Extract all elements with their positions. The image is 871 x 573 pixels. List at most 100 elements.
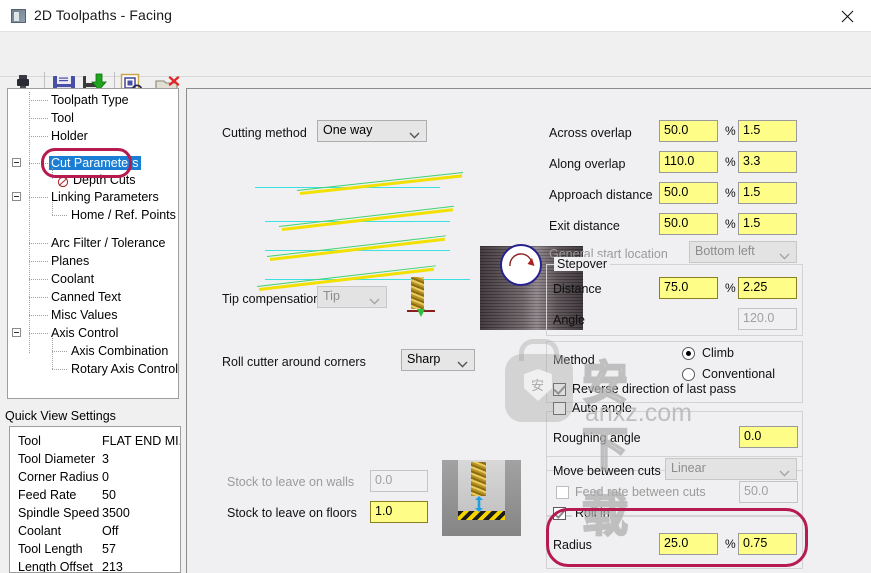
exit-distance-value-input[interactable]: 1.5 <box>738 213 797 235</box>
stepover-distance-percent-input[interactable]: 75.0 <box>659 277 718 299</box>
stepover-distance-label: Distance <box>553 282 602 296</box>
checkbox-auto-angle[interactable] <box>553 402 566 415</box>
percent-symbol: % <box>725 281 736 295</box>
stock-walls-input[interactable]: 0.0 <box>370 470 428 492</box>
qvs-key: Length Offset <box>18 560 93 573</box>
stepover-distance-value-input[interactable]: 2.25 <box>738 277 797 299</box>
cutting-method-select[interactable]: One way <box>317 120 427 142</box>
along-overlap-percent-input[interactable]: 110.0 <box>659 151 718 173</box>
tree-connector <box>29 136 49 137</box>
approach-distance-label: Approach distance <box>549 188 653 202</box>
stock-floors-input[interactable]: 1.0 <box>370 501 428 523</box>
roughing-angle-input[interactable]: 0.0 <box>739 426 798 448</box>
general-start-location-select[interactable]: Bottom left <box>689 241 797 263</box>
close-icon[interactable] <box>825 0 871 31</box>
qvs-key: Tool Diameter <box>18 452 96 466</box>
tree-connector <box>29 100 49 101</box>
checkbox-reverse-direction[interactable] <box>553 383 566 396</box>
window-title: 2D Toolpaths - Facing <box>34 7 173 23</box>
roll-in-radius-percent-input[interactable]: 25.0 <box>659 533 718 555</box>
qvs-key: Feed Rate <box>18 488 77 502</box>
qvs-value: 50 <box>102 488 116 502</box>
roll-cutter-select[interactable]: Sharp <box>401 349 475 371</box>
tree-connector <box>52 215 68 216</box>
qvs-value: Off <box>102 524 119 538</box>
qvs-key: Tool <box>18 434 41 448</box>
sidebar-item-misc-values[interactable]: Misc Values <box>51 308 117 322</box>
stock-floors-label: Stock to leave on floors <box>227 506 357 520</box>
qvs-value: 213 <box>102 560 123 573</box>
sidebar-item-holder[interactable]: Holder <box>51 129 88 143</box>
qvs-value: FLAT END MI... <box>102 434 181 448</box>
sidebar-item-rotary-axis-control[interactable]: Rotary Axis Control <box>71 362 178 376</box>
roughing-angle-label: Roughing angle <box>553 431 641 445</box>
sidebar-item-axis-combination[interactable]: Axis Combination <box>71 344 168 358</box>
toolpath-tree[interactable]: Toolpath Type Tool Holder Cut Parameters… <box>7 88 179 399</box>
tree-connector <box>29 315 49 316</box>
roll-cutter-value: Sharp <box>407 352 441 366</box>
chevron-down-icon <box>369 294 380 308</box>
cutting-method-value: One way <box>323 123 373 137</box>
tree-expander-linking-parameters[interactable] <box>12 192 21 201</box>
sidebar-item-axis-control[interactable]: Axis Control <box>51 326 118 340</box>
qvs-value: 3500 <box>102 506 130 520</box>
checkbox-roll-in[interactable] <box>553 507 566 520</box>
roll-in-radius-label: Radius <box>553 538 592 552</box>
stepover-group-title: Stepover <box>554 257 611 271</box>
across-overlap-value-input[interactable]: 1.5 <box>738 120 797 142</box>
exit-distance-percent-input[interactable]: 50.0 <box>659 213 718 235</box>
checkbox-feed-rate-between-cuts[interactable] <box>556 486 569 499</box>
sidebar-item-tool[interactable]: Tool <box>51 111 74 125</box>
preview-cutter-indicator <box>500 244 542 286</box>
tip-compensation-select[interactable]: Tip <box>317 286 387 308</box>
tree-connector <box>29 163 49 164</box>
qvs-value: 57 <box>102 542 116 556</box>
tree-connector <box>29 333 49 334</box>
radio-conventional[interactable] <box>682 368 695 381</box>
approach-distance-percent-input[interactable]: 50.0 <box>659 182 718 204</box>
quick-view-settings-title: Quick View Settings <box>5 409 116 423</box>
across-overlap-percent-input[interactable]: 50.0 <box>659 120 718 142</box>
tree-expander-axis-control[interactable] <box>12 328 21 337</box>
tree-expander-cut-parameters[interactable] <box>12 158 21 167</box>
move-between-cuts-select[interactable]: Linear <box>665 458 797 480</box>
auto-angle-label: Auto angle <box>572 401 632 415</box>
close-glyph <box>841 10 854 23</box>
sidebar-item-linking-parameters[interactable]: Linking Parameters <box>51 190 159 204</box>
radio-climb[interactable] <box>682 347 695 360</box>
method-label: Method <box>553 353 595 367</box>
sidebar-item-home-ref-points[interactable]: Home / Ref. Points <box>71 208 176 222</box>
radio-climb-label: Climb <box>702 346 734 360</box>
sidebar-item-toolpath-type[interactable]: Toolpath Type <box>51 93 129 107</box>
quick-view-settings-table: Tool FLAT END MI... Tool Diameter 3 Corn… <box>9 426 181 573</box>
tree-connector <box>29 243 49 244</box>
title-bar: 2D Toolpaths - Facing <box>0 0 871 32</box>
app-icon <box>11 9 26 23</box>
roll-in-radius-value-input[interactable]: 0.75 <box>738 533 797 555</box>
sidebar-item-canned-text[interactable]: Canned Text <box>51 290 121 304</box>
sidebar-item-coolant[interactable]: Coolant <box>51 272 94 286</box>
cut-parameters-panel: Cutting method One way Tip compensation … <box>186 88 871 573</box>
preview-cyan-line <box>265 279 470 280</box>
tree-connector <box>29 261 49 262</box>
exit-distance-label: Exit distance <box>549 219 620 233</box>
reverse-direction-label: Reverse direction of last pass <box>572 382 736 396</box>
feed-rate-between-cuts-input[interactable]: 50.0 <box>739 481 798 503</box>
stepover-angle-input[interactable]: 120.0 <box>738 308 797 330</box>
tree-connector <box>52 202 53 216</box>
percent-symbol: % <box>725 537 736 551</box>
sidebar-item-planes[interactable]: Planes <box>51 254 89 268</box>
sidebar-item-depth-cuts[interactable]: Depth Cuts <box>73 173 136 187</box>
move-between-cuts-label: Move between cuts <box>553 464 661 478</box>
along-overlap-value-input[interactable]: 3.3 <box>738 151 797 173</box>
sidebar-item-cut-parameters[interactable]: Cut Parameters <box>49 156 141 170</box>
sidebar-item-arc-filter-tolerance[interactable]: Arc Filter / Tolerance <box>51 236 165 250</box>
roll-cutter-label: Roll cutter around corners <box>222 355 366 369</box>
dialog-2d-toolpaths: 2D Toolpaths - Facing Toolpath Type Tool… <box>0 0 871 573</box>
tool-bit-preview <box>405 277 439 321</box>
approach-distance-value-input[interactable]: 1.5 <box>738 182 797 204</box>
depth-arrow-icon <box>475 496 483 512</box>
percent-symbol: % <box>725 186 736 200</box>
radio-conventional-label: Conventional <box>702 367 775 381</box>
cutting-method-label: Cutting method <box>222 126 307 140</box>
